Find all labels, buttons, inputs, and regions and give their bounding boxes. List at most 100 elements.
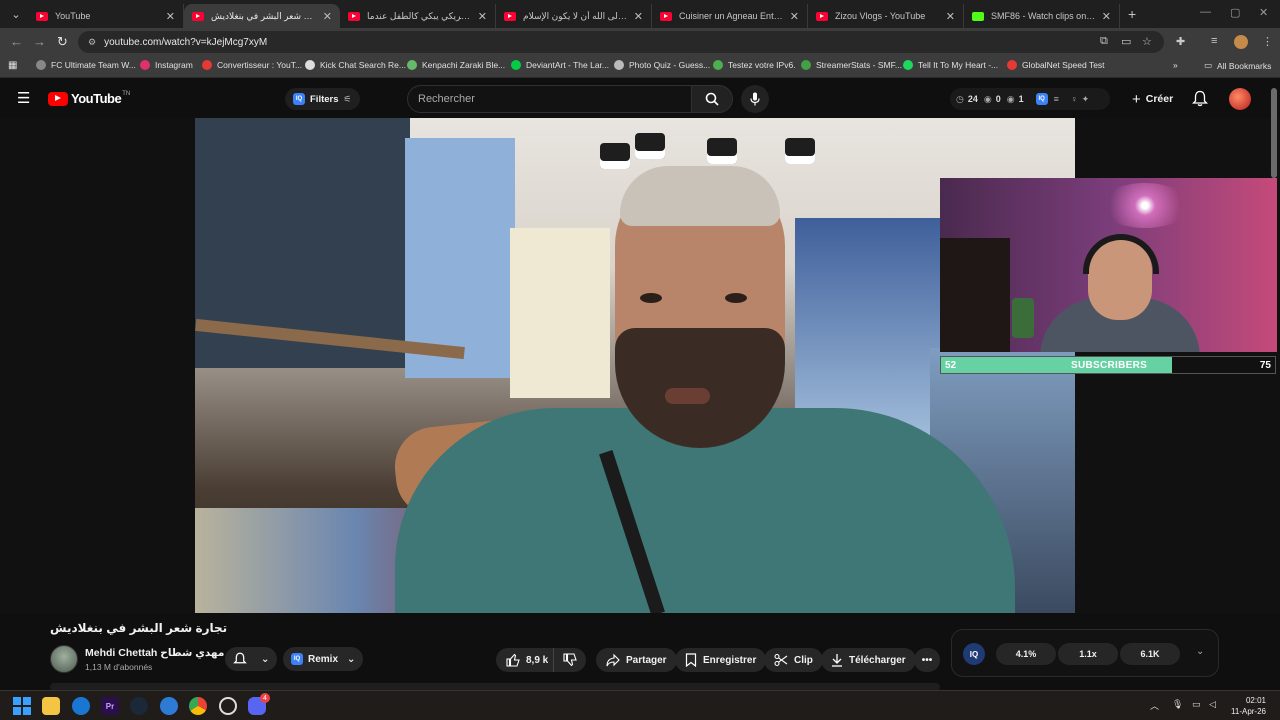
video-title: تجارة شعر البشر في بنغلاديش [50, 621, 228, 635]
tab-search-icon[interactable]: ⌄ [4, 3, 28, 25]
tab-close-icon[interactable]: ✕ [323, 10, 332, 23]
share-button[interactable]: Partager [596, 648, 677, 672]
bookmark-item[interactable]: FC Ultimate Team W... [36, 60, 136, 70]
close-window-icon[interactable]: ✕ [1259, 6, 1268, 19]
bookmark-favicon-icon [903, 60, 913, 70]
bookmarks-bar: ▦ FC Ultimate Team W... Instagram Converti… [0, 56, 1280, 78]
tab-close-icon[interactable]: ✕ [634, 10, 643, 23]
file-explorer-icon[interactable] [42, 697, 60, 715]
discord-icon[interactable]: 4 [248, 693, 270, 715]
url-input[interactable]: ⚙ youtube.com/watch?v=kJejMcg7xyM [78, 31, 1164, 53]
page-scrollbar[interactable] [1271, 88, 1277, 178]
site-info-icon[interactable]: ⚙ [88, 37, 96, 48]
chevron-down-icon: ⌄ [347, 653, 356, 665]
media-controls-icon[interactable]: ≡ [1211, 35, 1217, 47]
thumbs-down-icon [563, 653, 577, 667]
browser-tab[interactable]: توسلت إلى الله أن لا يكون الإسلام ✕ [496, 4, 652, 28]
browser-tab[interactable]: تجارة شعر البشر في بنغلاديش ✕ [184, 4, 340, 28]
premiere-pro-icon[interactable]: Pr [101, 697, 119, 715]
bell-icon [233, 652, 247, 664]
chrome-icon[interactable] [189, 697, 207, 715]
windows-start-icon[interactable] [13, 697, 31, 715]
maximize-icon[interactable]: ▢ [1230, 6, 1240, 19]
clip-button[interactable]: Clip [764, 648, 823, 672]
more-actions-button[interactable]: ••• [914, 648, 940, 672]
browser-tab[interactable]: Cuisiner un Agneau Entier sous ✕ [652, 4, 808, 28]
notification-bell-button[interactable]: ⌄ [225, 647, 278, 671]
tab-close-icon[interactable]: ✕ [166, 10, 175, 23]
eye-icon: ◉ [1006, 93, 1015, 104]
notifications-button[interactable] [1191, 90, 1209, 112]
search-input[interactable]: Rechercher [407, 85, 692, 113]
filters-button[interactable]: IQ Filters ⚟ [285, 88, 360, 110]
bookmark-item[interactable]: Instagram [140, 60, 193, 70]
bookmark-item[interactable]: Kenpachi Zaraki Ble... [407, 60, 505, 70]
browser-tab[interactable]: SMF86 - Watch clips on Kick ✕ [964, 4, 1120, 28]
channel-name[interactable]: Mehdi Chettah مهدي شطاح ● [85, 647, 234, 659]
tray-display-icon[interactable]: ▭ [1192, 699, 1201, 710]
bookmark-item[interactable]: Convertisseur : YouT... [202, 60, 302, 70]
like-button[interactable]: 8,9 k [496, 648, 559, 672]
minimize-icon[interactable]: — [1200, 6, 1211, 18]
extensions-icon[interactable]: ✚ [1176, 35, 1185, 48]
back-icon[interactable]: ← [10, 34, 23, 49]
steam-icon[interactable] [130, 697, 148, 715]
bookmark-icon [685, 653, 697, 667]
battle-net-icon[interactable] [160, 697, 178, 715]
spotlight [707, 138, 737, 164]
list-icon: ≡ [1053, 94, 1059, 104]
search-button[interactable] [691, 85, 733, 113]
extension-stats-bar[interactable]: ◷ 24 ◉ 0 ◉ 1 IQ ≡ ♀ ✦ [950, 88, 1110, 110]
more-horizontal-icon: ••• [921, 654, 933, 666]
outlook-icon[interactable] [72, 697, 90, 715]
iq-extension-icon: IQ [293, 93, 305, 105]
tray-mic-icon[interactable]: 🎙 [1172, 699, 1183, 710]
channel-avatar[interactable] [50, 645, 78, 673]
bookmark-item[interactable]: Photo Quiz - Guess... [614, 60, 710, 70]
forward-icon[interactable]: → [33, 34, 46, 49]
obs-icon[interactable] [219, 697, 237, 715]
youtube-logo[interactable]: YouTube TN [48, 91, 130, 106]
browser-tab[interactable]: رجل أمريكي يبكي كالطفل عندما ✕ [340, 4, 496, 28]
profile-avatar[interactable] [1234, 35, 1248, 49]
address-bar-row: ← → ↻ ⚙ youtube.com/watch?v=kJejMcg7xyM … [0, 28, 1280, 56]
cast-icon[interactable]: ▭ [1121, 35, 1131, 48]
tray-volume-icon[interactable]: ◁ [1209, 699, 1216, 710]
browser-tab[interactable]: Zizou Vlogs - YouTube ✕ [808, 4, 964, 28]
apps-grid-icon[interactable]: ▦ [8, 60, 17, 71]
guide-menu-icon[interactable]: ☰ [17, 89, 30, 107]
bookmark-item[interactable]: Kick Chat Search Re... [305, 60, 406, 70]
sliders-icon: ⚟ [343, 93, 352, 104]
remix-button[interactable]: IQ Remix ⌄ [283, 647, 364, 671]
dislike-button[interactable] [553, 648, 586, 672]
bookmark-item[interactable]: GlobalNet Speed Test [1007, 60, 1105, 70]
tab-close-icon[interactable]: ✕ [1102, 10, 1111, 23]
new-tab-icon[interactable]: + [1128, 6, 1136, 22]
save-button[interactable]: Enregistrer [675, 648, 767, 672]
bookmark-item[interactable]: Testez votre IPv6. [713, 60, 796, 70]
translate-icon[interactable]: ⧉ [1100, 35, 1108, 48]
tab-title: رجل أمريكي يبكي كالطفل عندما [367, 10, 472, 21]
taskbar-clock[interactable]: 02:01 11-Apr-26 [1231, 695, 1266, 717]
download-button[interactable]: Télécharger [821, 648, 916, 672]
tray-overflow-icon[interactable]: ︿ [1150, 699, 1159, 712]
all-bookmarks[interactable]: ▭ All Bookmarks [1204, 60, 1271, 71]
bookmark-item[interactable]: DeviantArt - The Lar... [511, 60, 609, 70]
bookmark-item[interactable]: Tell It To My Heart -... [903, 60, 998, 70]
browser-menu-icon[interactable]: ⋮ [1262, 35, 1273, 48]
iq-extension-icon[interactable]: IQ [963, 643, 985, 665]
account-avatar[interactable] [1229, 88, 1251, 110]
create-button[interactable]: + Créer [1124, 88, 1181, 110]
tab-close-icon[interactable]: ✕ [478, 10, 487, 23]
iq-extension-icon: IQ [291, 653, 303, 665]
tab-close-icon[interactable]: ✕ [790, 10, 799, 23]
voice-search-button[interactable] [741, 85, 769, 113]
subscriber-current: 52 [945, 359, 957, 371]
bookmark-item[interactable]: StreamerStats - SMF... [801, 60, 902, 70]
bookmarks-overflow-icon[interactable]: » [1173, 60, 1178, 70]
chevron-down-icon[interactable]: ⌄ [1196, 646, 1204, 657]
bookmark-star-icon[interactable]: ☆ [1142, 35, 1152, 48]
reload-icon[interactable]: ↻ [57, 34, 68, 50]
browser-tab[interactable]: YouTube ✕ [28, 4, 184, 28]
tab-close-icon[interactable]: ✕ [946, 10, 955, 23]
